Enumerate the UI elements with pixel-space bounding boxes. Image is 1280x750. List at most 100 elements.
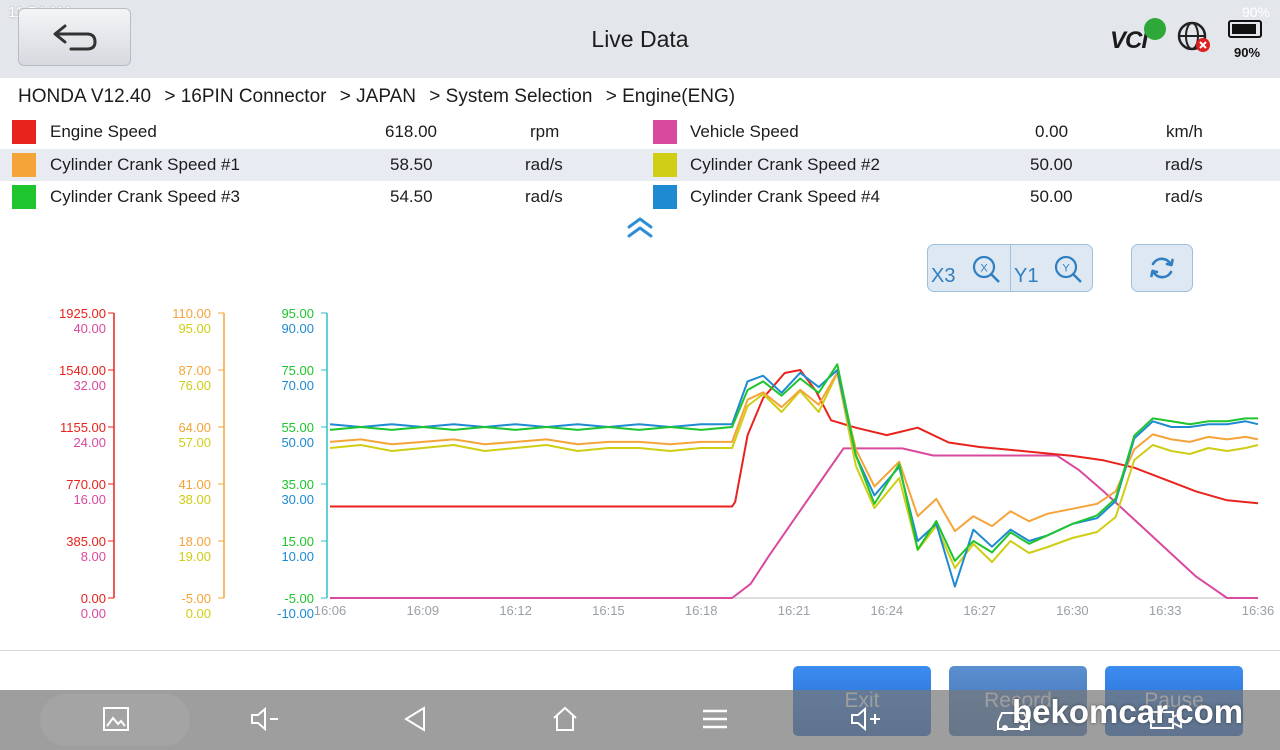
svg-text:Y: Y bbox=[1062, 263, 1070, 275]
y-tick-label: 38.00 bbox=[178, 492, 211, 507]
vci-label: VCI bbox=[1110, 27, 1148, 54]
y-tick-label: -10.00 bbox=[277, 606, 314, 621]
param-name: Cylinder Crank Speed #2 bbox=[690, 155, 880, 174]
menu-icon[interactable] bbox=[700, 704, 730, 734]
refresh-icon bbox=[1150, 257, 1174, 279]
y-tick-label: 30.00 bbox=[281, 492, 314, 507]
volume-up-icon[interactable] bbox=[848, 704, 884, 734]
color-swatch bbox=[653, 153, 677, 177]
param-unit: rad/s bbox=[525, 155, 563, 174]
page-title: Live Data bbox=[591, 26, 689, 52]
double-chevron-up-icon[interactable] bbox=[626, 216, 654, 238]
y-tick-label: 15.00 bbox=[281, 534, 314, 549]
y-tick-label: 0.00 bbox=[81, 591, 106, 606]
breadcrumb-item[interactable]: > Engine(ENG) bbox=[606, 86, 735, 107]
y-tick-label: 19.00 bbox=[178, 549, 211, 564]
color-swatch bbox=[12, 120, 36, 144]
param-value: 618.00 bbox=[385, 122, 437, 141]
y-tick-label: 110.00 bbox=[172, 306, 211, 321]
breadcrumb-item[interactable]: > System Selection bbox=[429, 86, 592, 107]
y-tick-label: 10.00 bbox=[281, 549, 314, 564]
y-tick-label: 24.00 bbox=[73, 435, 106, 450]
y-tick-label: 35.00 bbox=[281, 477, 314, 492]
y-tick-label: 41.00 bbox=[178, 477, 211, 492]
status-battery: 90% bbox=[1241, 4, 1270, 20]
breadcrumb-item[interactable]: > JAPAN bbox=[340, 86, 416, 107]
y-tick-label: 16.00 bbox=[73, 492, 106, 507]
zoom-y-icon: Y bbox=[1054, 255, 1082, 283]
data-row[interactable]: Cylinder Crank Speed #3 54.50 rad/s Cyli… bbox=[0, 181, 1280, 213]
param-name: Cylinder Crank Speed #4 bbox=[690, 187, 880, 206]
y-tick-label: 1925.00 bbox=[59, 306, 106, 321]
header-bar: 11:54 AM 90% Live Data VCI 90% bbox=[0, 0, 1280, 78]
y-tick-label: 0.00 bbox=[81, 606, 106, 621]
zoom-y-label: Y1 bbox=[1014, 265, 1039, 287]
color-swatch bbox=[653, 185, 677, 209]
breadcrumb-item[interactable]: HONDA V12.40 bbox=[18, 86, 151, 107]
y-tick-label: 40.00 bbox=[73, 321, 106, 336]
param-unit: km/h bbox=[1166, 122, 1203, 141]
param-name: Engine Speed bbox=[50, 122, 157, 141]
color-swatch bbox=[12, 185, 36, 209]
color-swatch bbox=[12, 153, 36, 177]
param-name: Cylinder Crank Speed #1 bbox=[50, 155, 240, 174]
x-tick-label: 16:12 bbox=[499, 603, 532, 618]
y-tick-label: 8.00 bbox=[81, 549, 106, 564]
x-tick-label: 16:36 bbox=[1242, 603, 1275, 618]
zoom-x-button[interactable]: X3 X bbox=[928, 245, 1010, 291]
param-name: Cylinder Crank Speed #3 bbox=[50, 187, 240, 206]
screenshot-icon bbox=[103, 707, 129, 731]
y-tick-label: 32.00 bbox=[73, 378, 106, 393]
y-tick-label: 385.00 bbox=[66, 534, 106, 549]
y-tick-label: 57.00 bbox=[178, 435, 211, 450]
divider bbox=[0, 650, 1280, 651]
x-tick-label: 16:33 bbox=[1149, 603, 1182, 618]
breadcrumb: HONDA V12.40 > 16PIN Connector > JAPAN >… bbox=[18, 86, 743, 108]
globe-offline-icon bbox=[1177, 21, 1210, 52]
volume-down-icon[interactable] bbox=[248, 704, 282, 734]
color-swatch bbox=[653, 120, 677, 144]
param-unit: rad/s bbox=[525, 187, 563, 206]
x-tick-label: 16:06 bbox=[314, 603, 347, 618]
home-nav-icon[interactable] bbox=[550, 704, 580, 734]
battery-icon bbox=[1228, 20, 1262, 38]
y-tick-label: -5.00 bbox=[181, 591, 211, 606]
zoom-controls: X3 X Y1 Y bbox=[927, 244, 1093, 292]
y-tick-label: 1540.00 bbox=[59, 363, 106, 378]
series-line-cylinder-crank-speed-3 bbox=[329, 363, 1258, 562]
y-tick-label: 64.00 bbox=[178, 420, 211, 435]
series-line-cylinder-crank-speed-4 bbox=[329, 369, 1259, 588]
series-line-cylinder-crank-speed-2 bbox=[329, 372, 1259, 569]
y-tick-label: 87.00 bbox=[178, 363, 211, 378]
y-tick-label: 0.00 bbox=[186, 606, 211, 621]
breadcrumb-item[interactable]: > 16PIN Connector bbox=[164, 86, 326, 107]
y-tick-label: 75.00 bbox=[281, 363, 314, 378]
param-value: 50.00 bbox=[1030, 155, 1073, 174]
zoom-y-button[interactable]: Y1 Y bbox=[1011, 245, 1093, 291]
x-tick-label: 16:21 bbox=[778, 603, 811, 618]
param-unit: rad/s bbox=[1165, 187, 1203, 206]
battery-percentage: 90% bbox=[1234, 45, 1261, 60]
param-value: 50.00 bbox=[1030, 187, 1073, 206]
data-row[interactable]: Engine Speed 618.00 rpm Vehicle Speed 0.… bbox=[0, 116, 1280, 148]
y-tick-label: 76.00 bbox=[178, 378, 211, 393]
param-unit: rad/s bbox=[1165, 155, 1203, 174]
watermark: bekomcar.com bbox=[1012, 693, 1244, 730]
x-tick-label: 16:15 bbox=[592, 603, 625, 618]
x-tick-label: 16:27 bbox=[963, 603, 996, 618]
x-tick-label: 16:18 bbox=[685, 603, 718, 618]
y-tick-label: -5.00 bbox=[284, 591, 314, 606]
data-row[interactable]: Cylinder Crank Speed #1 58.50 rad/s Cyli… bbox=[0, 149, 1280, 181]
y-tick-label: 95.00 bbox=[178, 321, 211, 336]
param-unit: rpm bbox=[530, 122, 560, 141]
wifi-icon bbox=[1144, 18, 1166, 40]
live-data-chart: 1925.00 1540.00 1155.00 770.00 385.00 0.00 40.… bbox=[59, 306, 1275, 621]
back-nav-icon[interactable] bbox=[400, 704, 430, 734]
refresh-button[interactable] bbox=[1131, 244, 1193, 292]
y-tick-label: 50.00 bbox=[281, 435, 314, 450]
y-tick-label: 90.00 bbox=[281, 321, 314, 336]
param-value: 58.50 bbox=[390, 155, 433, 174]
y-tick-label: 70.00 bbox=[281, 378, 314, 393]
zoom-x-label: X3 bbox=[931, 265, 956, 287]
x-tick-label: 16:24 bbox=[871, 603, 904, 618]
